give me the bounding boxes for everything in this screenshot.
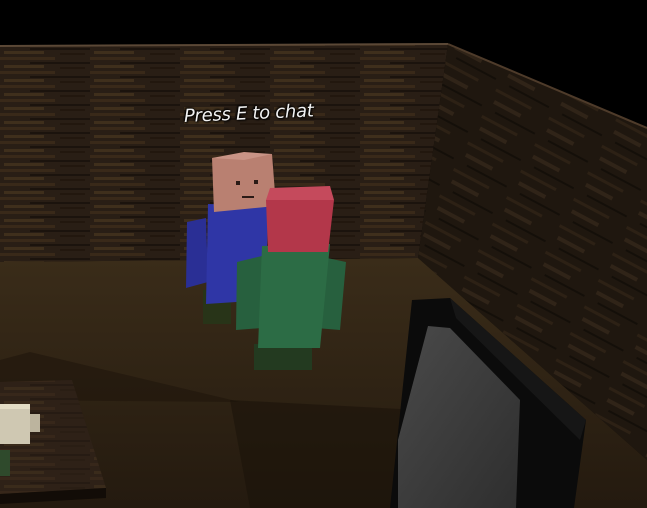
room-scene (0, 0, 647, 508)
game-viewport[interactable]: Press E to chat (0, 0, 647, 508)
